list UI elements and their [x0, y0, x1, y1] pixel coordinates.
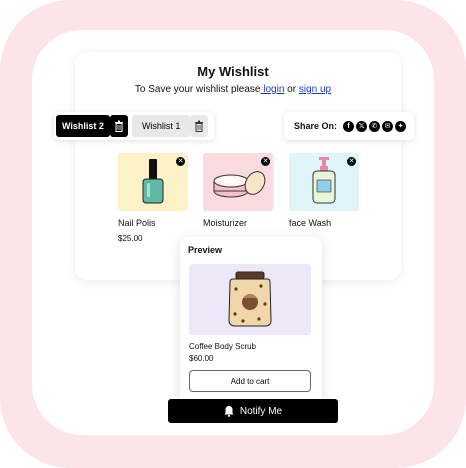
- share-label: Share On:: [294, 121, 338, 131]
- wishlist-tabs: Wishlist 2 Wishlist 1: [54, 112, 214, 140]
- signup-link[interactable]: sign up: [299, 84, 331, 95]
- coffee-scrub-image: [228, 271, 272, 327]
- product-name: face Wash: [289, 218, 332, 228]
- add-to-cart-button[interactable]: Add to cart: [189, 370, 311, 392]
- messenger-icon[interactable]: ✦: [395, 120, 407, 132]
- whatsapp-icon[interactable]: ✆: [369, 120, 381, 132]
- preview-popup: Preview Coffee Body Scrub $60.00 Add to …: [180, 237, 322, 407]
- product-image[interactable]: ✕: [203, 153, 273, 211]
- page-title: My Wishlist: [197, 64, 269, 79]
- x-icon[interactable]: 𝕏: [356, 120, 368, 132]
- product-card[interactable]: ✕ Nail Polis $25.00: [118, 153, 188, 243]
- trash-icon: [195, 120, 204, 132]
- product-name: Nail Polis: [118, 218, 156, 228]
- product-card[interactable]: ✕ face Wash: [289, 153, 359, 228]
- product-image[interactable]: ✕: [118, 153, 188, 211]
- delete-wishlist-2-button[interactable]: [109, 115, 128, 137]
- notify-me-label: Notify Me: [239, 405, 283, 417]
- product-image[interactable]: ✕: [289, 153, 359, 211]
- email-icon[interactable]: ✉: [382, 120, 394, 132]
- tab-wishlist-2[interactable]: Wishlist 2: [56, 115, 110, 137]
- facebook-icon[interactable]: f: [343, 120, 355, 132]
- login-link[interactable]: login: [261, 84, 284, 95]
- remove-item-button[interactable]: ✕: [176, 157, 185, 166]
- delete-wishlist-1-button[interactable]: [190, 115, 209, 137]
- product-price: $25.00: [118, 234, 143, 243]
- notify-me-button[interactable]: Notify Me: [168, 399, 338, 423]
- product-card[interactable]: ✕ Moisturizer: [203, 153, 273, 228]
- preview-title: Preview: [188, 245, 223, 255]
- remove-item-button[interactable]: ✕: [261, 157, 270, 166]
- or-text: or: [284, 84, 299, 95]
- bell-icon: [224, 406, 234, 417]
- share-bar: Share On: f 𝕏 ✆ ✉ ✦: [284, 112, 414, 140]
- remove-item-button[interactable]: ✕: [347, 157, 356, 166]
- save-prompt: To Save your wishlist please login or si…: [0, 84, 466, 95]
- save-prompt-text: To Save your wishlist please: [134, 84, 261, 95]
- preview-product-price: $60.00: [189, 354, 214, 363]
- preview-product-name: Coffee Body Scrub: [189, 342, 257, 351]
- tab-wishlist-1[interactable]: Wishlist 1: [131, 115, 191, 137]
- preview-product-image: [189, 264, 311, 335]
- product-name: Moisturizer: [203, 218, 248, 228]
- trash-icon: [114, 120, 123, 132]
